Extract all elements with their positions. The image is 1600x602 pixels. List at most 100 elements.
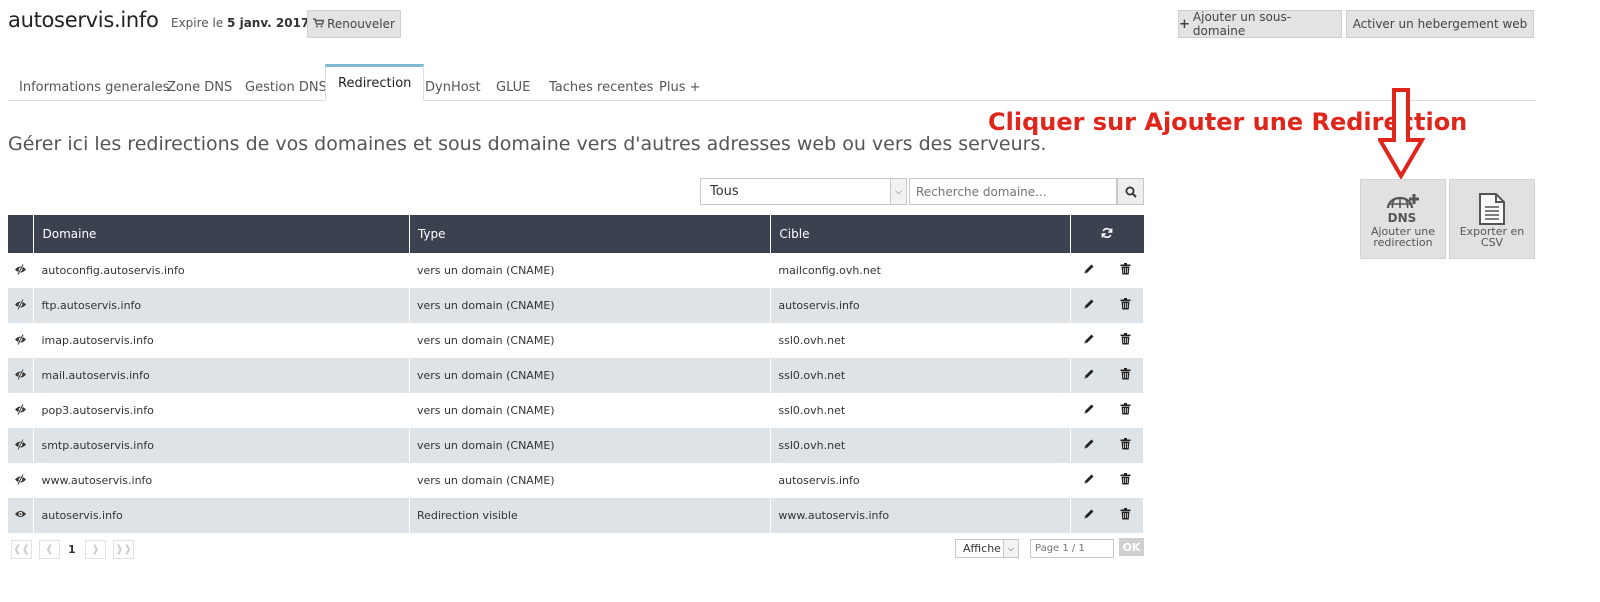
trash-icon (1120, 403, 1131, 418)
eye-icon (14, 509, 27, 522)
document-icon (1479, 193, 1505, 225)
pencil-icon (1083, 264, 1095, 278)
search-button[interactable] (1117, 178, 1144, 205)
tab-dynhost[interactable]: DynHost (425, 74, 481, 101)
delete-button[interactable] (1120, 403, 1131, 418)
table-row: autoservis.info Redirection visible www.au… (8, 498, 1145, 533)
next-page-button[interactable]: ❱ (85, 540, 106, 559)
pencil-icon (1083, 509, 1095, 523)
edit-button[interactable] (1083, 263, 1095, 278)
prev-page-button[interactable]: ❰ (39, 540, 60, 559)
visibility-toggle[interactable] (8, 323, 35, 358)
cell-type: vers un domain (CNAME) (409, 358, 772, 393)
add-subdomain-button[interactable]: + Ajouter un sous-domaine (1178, 10, 1342, 38)
type-filter-value: Tous (710, 184, 739, 199)
table-row: ftp.autoservis.info vers un domain (CNAME… (8, 288, 1145, 323)
edit-button[interactable] (1083, 368, 1095, 383)
renew-button[interactable]: Renouveler (307, 10, 401, 38)
row-actions (1070, 428, 1145, 463)
cell-domaine: autoconfig.autoservis.info (33, 253, 410, 288)
refresh-icon (1101, 227, 1113, 238)
cell-cible: mailconfig.ovh.net (770, 253, 1071, 288)
type-filter-select[interactable]: Tous ⌵ (700, 178, 907, 205)
tab-redirection[interactable]: Redirection (325, 64, 425, 101)
table-header-row: Domaine Type Cible (8, 215, 1144, 253)
delete-button[interactable] (1120, 263, 1131, 278)
current-page[interactable]: 1 (68, 543, 76, 556)
row-actions (1070, 498, 1145, 533)
header-cible[interactable]: Cible (770, 215, 1071, 253)
eye-slash-icon (14, 368, 27, 383)
pencil-icon (1083, 474, 1095, 488)
cell-type: vers un domain (CNAME) (409, 393, 772, 428)
trash-icon (1120, 333, 1131, 348)
trash-icon (1120, 508, 1131, 523)
edit-button[interactable] (1083, 333, 1095, 348)
trash-icon (1120, 263, 1131, 278)
table-row: mail.autoservis.info vers un domain (CNAM… (8, 358, 1145, 393)
header-domaine[interactable]: Domaine (33, 215, 410, 253)
last-page-button[interactable]: ❱❱ (113, 540, 134, 559)
expire-date: 5 janv. 2017 (227, 16, 310, 30)
cell-type: Redirection visible (409, 498, 772, 533)
per-page-select[interactable]: Affiche ⌵ (955, 539, 1019, 558)
edit-button[interactable] (1083, 298, 1095, 313)
visibility-toggle[interactable] (8, 253, 35, 288)
tab-glue[interactable]: GLUE (496, 74, 530, 101)
header-type[interactable]: Type (409, 215, 772, 253)
cart-icon (313, 17, 325, 31)
delete-button[interactable] (1120, 438, 1131, 453)
eye-slash-icon (14, 438, 27, 453)
add-redirection-label: Ajouter une redirection (1371, 226, 1435, 248)
cell-cible: autoservis.info (770, 288, 1071, 323)
export-csv-button[interactable]: Exporter en CSV (1449, 179, 1535, 259)
per-page-label: Affiche (963, 542, 1001, 555)
row-actions (1070, 463, 1145, 498)
visibility-toggle[interactable] (8, 428, 35, 463)
tab-zone-dns[interactable]: Zone DNS (167, 74, 232, 101)
visibility-toggle[interactable] (8, 288, 35, 323)
delete-button[interactable] (1120, 298, 1131, 313)
tab-plus[interactable]: Plus + (659, 74, 701, 101)
plus-icon: + (1179, 16, 1190, 32)
tab-taches-recentes[interactable]: Taches recentes (549, 74, 653, 101)
add-redirection-button[interactable]: DNS Ajouter une redirection (1360, 179, 1446, 259)
visibility-toggle[interactable] (8, 358, 35, 393)
cell-cible: ssl0.ovh.net (770, 358, 1071, 393)
page-description: Gérer ici les redirections de vos domain… (8, 133, 1047, 155)
delete-button[interactable] (1120, 333, 1131, 348)
row-actions (1070, 253, 1145, 288)
cell-domaine: ftp.autoservis.info (33, 288, 410, 323)
domain-search-input[interactable] (909, 178, 1117, 205)
visibility-toggle[interactable] (8, 498, 35, 533)
row-actions (1070, 358, 1145, 393)
edit-button[interactable] (1083, 403, 1095, 418)
edit-button[interactable] (1083, 473, 1095, 488)
dns-icon-text: DNS (1388, 211, 1417, 225)
tab-informations-generales[interactable]: Informations generales (19, 74, 169, 101)
eye-slash-icon (14, 403, 27, 418)
renew-label: Renouveler (327, 17, 395, 31)
page-number-input[interactable] (1030, 539, 1114, 558)
cell-type: vers un domain (CNAME) (409, 463, 772, 498)
row-actions (1070, 393, 1145, 428)
visibility-toggle[interactable] (8, 393, 35, 428)
page-ok-button[interactable]: OK (1119, 538, 1144, 556)
trash-icon (1120, 298, 1131, 313)
dns-add-icon: DNS (1386, 194, 1419, 225)
edit-button[interactable] (1083, 508, 1095, 523)
visibility-toggle[interactable] (8, 463, 35, 498)
eye-slash-icon (14, 298, 27, 313)
cell-type: vers un domain (CNAME) (409, 288, 772, 323)
delete-button[interactable] (1120, 508, 1131, 523)
activate-hosting-button[interactable]: Activer un hebergement web (1346, 10, 1534, 38)
edit-button[interactable] (1083, 438, 1095, 453)
table-row: smtp.autoservis.info vers un domain (CNAM… (8, 428, 1145, 463)
cell-domaine: www.autoservis.info (33, 463, 410, 498)
cell-cible: ssl0.ovh.net (770, 323, 1071, 358)
refresh-button[interactable] (1070, 215, 1144, 253)
delete-button[interactable] (1120, 473, 1131, 488)
tab-gestion-dns[interactable]: Gestion DNS (245, 74, 327, 101)
delete-button[interactable] (1120, 368, 1131, 383)
first-page-button[interactable]: ❰❰ (11, 540, 32, 559)
